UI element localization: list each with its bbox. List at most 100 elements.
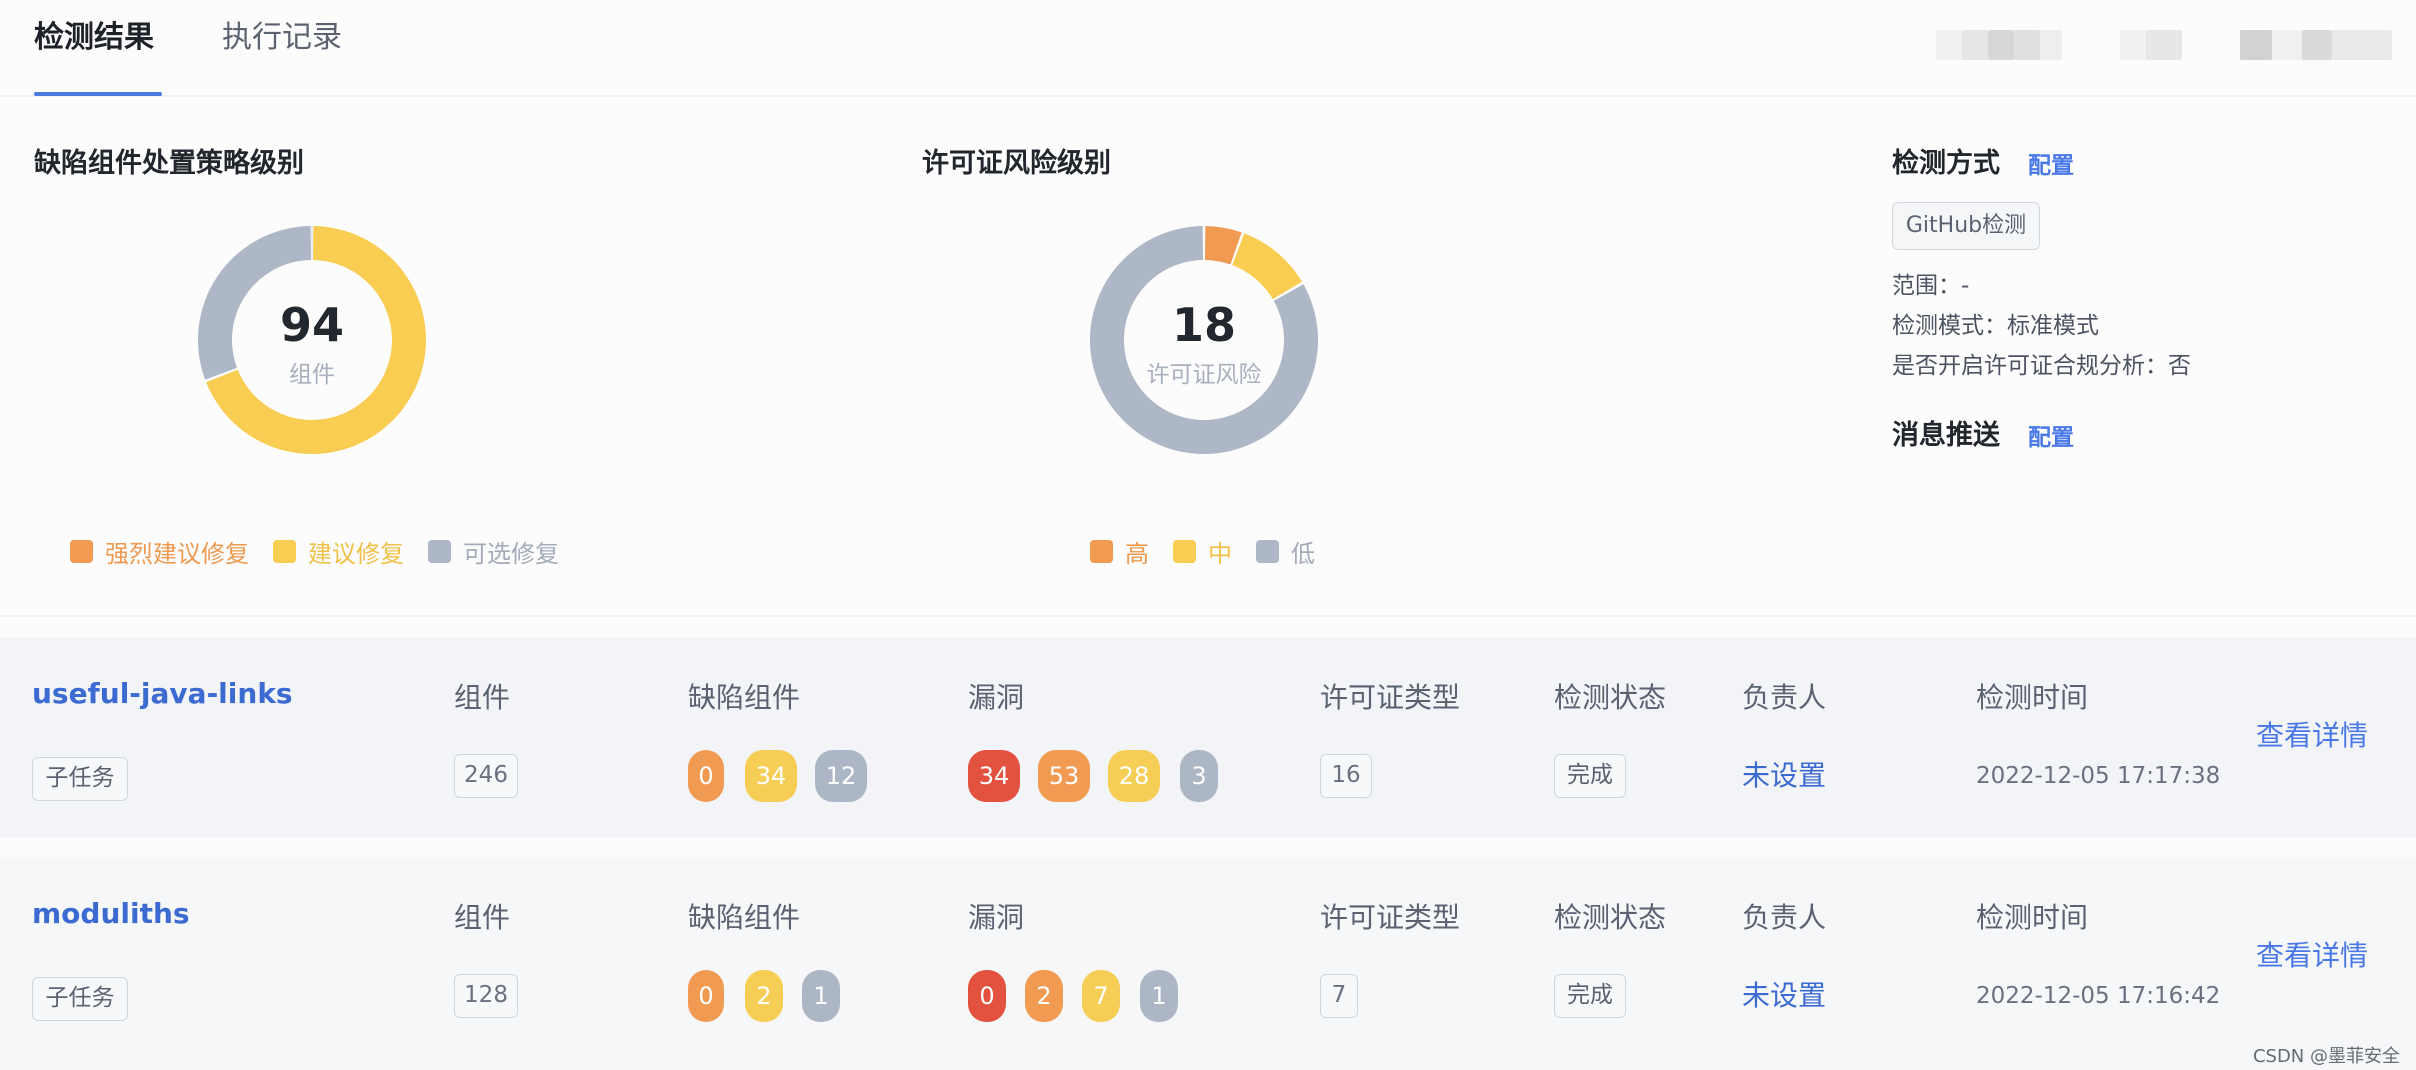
legend-item-strongly-recommended: 强烈建议修复 xyxy=(70,534,249,569)
defect-donut-chart: 94 组件 xyxy=(192,220,432,460)
col-header-license-types: 许可证类型 xyxy=(1320,901,1461,934)
components-count: 128 xyxy=(454,974,518,1018)
active-tab-indicator xyxy=(34,92,162,96)
message-push-title: 消息推送 xyxy=(1892,420,2000,451)
col-header-status: 检测状态 xyxy=(1554,901,1667,934)
license-analysis-setting: 是否开启许可证合规分析：否 xyxy=(1892,353,2191,379)
defect-legend: 强烈建议修复 建议修复 可选修复 xyxy=(70,534,559,569)
vuln-medium-count: 7 xyxy=(1082,970,1120,1022)
license-types-count: 16 xyxy=(1320,754,1372,798)
blurred-header-control xyxy=(1988,30,2014,60)
legend-label: 强烈建议修复 xyxy=(105,540,249,568)
blurred-header-control xyxy=(2040,30,2062,60)
legend-label: 高 xyxy=(1125,540,1149,568)
blurred-header-control xyxy=(2272,30,2302,60)
license-chart-title: 许可证风险级别 xyxy=(922,148,1111,179)
view-details-link[interactable]: 查看详情 xyxy=(2256,938,2368,974)
col-header-defect-components: 缺陷组件 xyxy=(688,901,801,934)
legend-swatch xyxy=(1090,540,1113,563)
tab-results[interactable]: 检测结果 xyxy=(34,18,154,58)
project-row xyxy=(0,857,2416,1070)
legend-swatch xyxy=(1173,540,1196,563)
github-detection-tag: GitHub检测 xyxy=(1892,202,2040,250)
blurred-header-control xyxy=(2146,30,2182,60)
legend-label: 低 xyxy=(1291,540,1315,568)
legend-item-low: 低 xyxy=(1256,534,1315,569)
tab-execution-records[interactable]: 执行记录 xyxy=(222,18,342,58)
subtask-tag: 子任务 xyxy=(32,977,128,1021)
project-name-link[interactable]: useful-java-links xyxy=(32,676,293,712)
defect-recommended-count: 2 xyxy=(745,970,783,1022)
status-badge: 完成 xyxy=(1554,974,1626,1018)
defect-strong-count: 0 xyxy=(688,750,724,802)
col-header-vulnerabilities: 漏洞 xyxy=(968,901,1025,934)
legend-item-recommended: 建议修复 xyxy=(273,534,404,569)
watermark: CSDN @墨菲安全 xyxy=(2252,1046,2400,1067)
defect-chart-title: 缺陷组件处置策略级别 xyxy=(34,148,304,179)
col-header-owner: 负责人 xyxy=(1742,681,1827,714)
donut-slice-中 xyxy=(1232,233,1303,300)
license-total: 18 xyxy=(1171,298,1236,352)
legend-item-optional: 可选修复 xyxy=(428,534,559,569)
detection-time: 2022-12-05 17:17:38 xyxy=(1976,763,2221,789)
legend-label: 可选修复 xyxy=(463,540,559,568)
view-details-link[interactable]: 查看详情 xyxy=(2256,718,2368,754)
col-header-time: 检测时间 xyxy=(1976,901,2089,934)
detection-scope: 范围：- xyxy=(1892,273,1970,299)
legend-swatch xyxy=(428,540,451,563)
legend-label: 中 xyxy=(1208,540,1232,568)
section-divider xyxy=(0,615,2416,617)
push-config-link[interactable]: 配置 xyxy=(2028,420,2074,456)
col-header-status: 检测状态 xyxy=(1554,681,1667,714)
owner-link[interactable]: 未设置 xyxy=(1742,978,1826,1014)
license-types-count: 7 xyxy=(1320,974,1358,1018)
defect-optional-count: 12 xyxy=(815,750,867,802)
blurred-header-control xyxy=(2240,30,2272,60)
blurred-header-control xyxy=(1962,30,1988,60)
legend-swatch xyxy=(1256,540,1279,563)
blurred-header-control xyxy=(2120,30,2146,60)
blurred-header-control xyxy=(2332,30,2392,60)
legend-label: 建议修复 xyxy=(308,540,404,568)
defect-recommended-count: 34 xyxy=(745,750,797,802)
blurred-header-control xyxy=(1936,30,1962,60)
vuln-high-count: 2 xyxy=(1025,970,1063,1022)
subtask-tag: 子任务 xyxy=(32,757,128,801)
vuln-critical-count: 34 xyxy=(968,750,1020,802)
donut-slice-强烈建议修复 xyxy=(311,226,313,261)
col-header-components: 组件 xyxy=(454,901,511,934)
owner-link[interactable]: 未设置 xyxy=(1742,758,1826,794)
vuln-low-count: 1 xyxy=(1140,970,1178,1022)
license-legend: 高 中 低 xyxy=(1090,534,1315,569)
detection-config-link[interactable]: 配置 xyxy=(2028,148,2074,184)
vuln-high-count: 53 xyxy=(1038,750,1090,802)
blurred-header-control xyxy=(2014,30,2040,60)
defect-total: 94 xyxy=(279,298,344,352)
defect-strong-count: 0 xyxy=(688,970,724,1022)
components-count: 246 xyxy=(454,754,518,798)
legend-item-high: 高 xyxy=(1090,534,1149,569)
blurred-header-control xyxy=(2302,30,2332,60)
detection-method-title: 检测方式 xyxy=(1892,148,2000,179)
col-header-components: 组件 xyxy=(454,681,511,714)
col-header-license-types: 许可证类型 xyxy=(1320,681,1461,714)
detection-mode: 检测模式：标准模式 xyxy=(1892,313,2099,339)
status-badge: 完成 xyxy=(1554,754,1626,798)
legend-item-medium: 中 xyxy=(1173,534,1232,569)
col-header-owner: 负责人 xyxy=(1742,901,1827,934)
vuln-critical-count: 0 xyxy=(968,970,1006,1022)
vuln-low-count: 3 xyxy=(1180,750,1218,802)
project-row xyxy=(0,638,2416,838)
col-header-time: 检测时间 xyxy=(1976,681,2089,714)
license-donut-chart: 18 许可证风险 xyxy=(1084,220,1324,460)
col-header-defect-components: 缺陷组件 xyxy=(688,681,801,714)
defect-optional-count: 1 xyxy=(802,970,840,1022)
legend-swatch xyxy=(273,540,296,563)
project-name-link[interactable]: moduliths xyxy=(32,896,190,932)
vuln-medium-count: 28 xyxy=(1108,750,1160,802)
col-header-vulnerabilities: 漏洞 xyxy=(968,681,1025,714)
detection-time: 2022-12-05 17:16:42 xyxy=(1976,983,2221,1009)
legend-swatch xyxy=(70,540,93,563)
defect-center-label: 组件 xyxy=(289,362,335,388)
license-center-label: 许可证风险 xyxy=(1146,362,1262,388)
